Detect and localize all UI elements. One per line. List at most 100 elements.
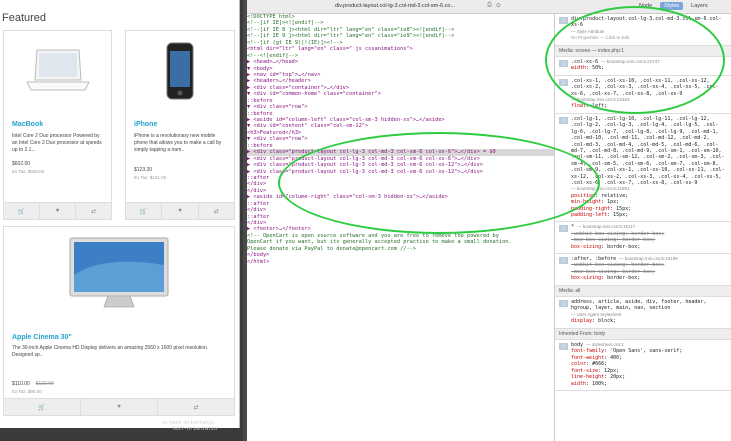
rule-selector[interactable]: address, article, aside, div, footer, he…: [571, 299, 727, 312]
product-name[interactable]: Apple Cinema 30": [12, 334, 72, 341]
css-property[interactable]: box-sizing: [571, 275, 601, 281]
dom-node[interactable]: OpenCart if you want, but its generally …: [247, 239, 554, 245]
wishlist-button[interactable]: ♥: [162, 203, 199, 219]
css-value[interactable]: 20px: [610, 374, 622, 380]
rule-icon: {}: [559, 17, 568, 24]
css-value[interactable]: left: [592, 103, 604, 109]
wishlist-button[interactable]: ♥: [40, 203, 76, 219]
macbook-image[interactable]: [4, 31, 111, 111]
product-actions: 🛒 ♥ ⇄: [126, 202, 234, 219]
css-value[interactable]: 12px: [604, 368, 616, 374]
css-property[interactable]: width: [571, 381, 586, 387]
inspect-icon[interactable]: ⊙: [496, 2, 501, 9]
apple-cinema-image[interactable]: [4, 227, 234, 317]
css-property[interactable]: font-weight: [571, 355, 604, 361]
css-declaration[interactable]: box-sizing: border-box;: [571, 275, 727, 281]
style-rule-star[interactable]: {} * — bootstrap.min.css:5:15117 -webkit…: [555, 222, 731, 254]
css-property[interactable]: float: [571, 103, 586, 109]
css-value[interactable]: #666: [592, 361, 604, 367]
css-value[interactable]: 1px: [607, 199, 616, 205]
css-property[interactable]: -moz-box-sizing: [571, 269, 616, 275]
css-value[interactable]: relative: [601, 193, 625, 199]
rule-selector[interactable]: .col-xs-1, .col-xs-10, .col-xs-11, .col-…: [571, 78, 727, 97]
iphone-image[interactable]: [126, 31, 234, 111]
css-value[interactable]: border-box: [631, 262, 661, 268]
rule-source: — bootstrap.min.css:5:15198: [619, 256, 678, 261]
toolbar-icons: ⎙ ⊙: [487, 2, 501, 9]
rule-source: — stylesheet.css:1: [586, 342, 624, 348]
css-declaration[interactable]: box-sizing: border-box;: [571, 244, 727, 250]
css-value[interactable]: border-box: [607, 275, 637, 281]
compare-button[interactable]: ⇄: [158, 399, 234, 415]
css-property[interactable]: width: [571, 65, 586, 71]
css-value[interactable]: 400: [610, 355, 619, 361]
css-declaration[interactable]: padding-left: 15px;: [571, 212, 727, 218]
tab-layers[interactable]: Layers: [687, 2, 712, 10]
css-value[interactable]: border-box: [607, 244, 637, 250]
style-rule-body[interactable]: {} body — stylesheet.css:1 font-family: …: [555, 340, 731, 391]
rule-note[interactable]: No Properties — Click to Edit: [571, 35, 727, 41]
product-card-apple-cinema: Apple Cinema 30" The 30-inch Apple Cinem…: [3, 226, 235, 416]
css-value[interactable]: border-box: [622, 237, 652, 243]
style-rule-element[interactable]: {} div.product-layout.col-lg-3.col-md-3.…: [555, 14, 731, 46]
rule-icon: {}: [559, 257, 568, 264]
rule-icon: {}: [559, 60, 568, 68]
media-header: Media: screen — index.php:1: [555, 45, 731, 58]
css-property[interactable]: display: [571, 318, 592, 324]
rule-icon: {}: [559, 116, 568, 124]
css-declaration[interactable]: width: 100%;: [571, 381, 727, 387]
compare-button[interactable]: ⇄: [76, 203, 111, 219]
featured-heading: Featured: [2, 12, 47, 24]
css-property[interactable]: color: [571, 361, 586, 367]
css-property[interactable]: line-height: [571, 374, 604, 380]
css-value[interactable]: border-box: [631, 231, 661, 237]
css-property[interactable]: position: [571, 193, 595, 199]
add-to-cart-button[interactable]: 🛒: [4, 203, 40, 219]
inherited-header: Inherited From: body: [555, 328, 731, 341]
rule-selector[interactable]: div.product-layout.col-lg-3.col-md-3.col…: [571, 16, 727, 29]
css-value[interactable]: 100%: [592, 381, 604, 387]
print-icon[interactable]: ⎙: [487, 2, 492, 9]
css-value[interactable]: 'Open Sans', sans-serif: [610, 348, 679, 354]
css-property[interactable]: font-family: [571, 348, 604, 354]
product-description: Intel Core 2 Duo processor Powered by an…: [12, 133, 102, 153]
add-to-cart-button[interactable]: 🛒: [126, 203, 163, 219]
css-property[interactable]: box-sizing: [571, 244, 601, 250]
product-name[interactable]: iPhone: [134, 121, 157, 128]
rule-selector[interactable]: :after, :before: [571, 256, 616, 262]
tab-styles[interactable]: Styles: [660, 2, 684, 10]
css-property[interactable]: -moz-box-sizing: [571, 237, 616, 243]
rule-selector[interactable]: .col-xs-6: [571, 59, 598, 65]
css-value[interactable]: border-box: [622, 269, 652, 275]
css-value[interactable]: block: [598, 318, 613, 324]
compare-button[interactable]: ⇄: [199, 203, 234, 219]
style-rule-col-xs-list[interactable]: {} .col-xs-1, .col-xs-10, .col-xs-11, .c…: [555, 76, 731, 114]
css-property[interactable]: padding-left: [571, 212, 607, 218]
css-property[interactable]: padding-right: [571, 206, 610, 212]
element-breadcrumb[interactable]: div.product-layout.col-lg-3.col-md-3.col…: [335, 3, 455, 9]
rule-selector[interactable]: *: [571, 224, 574, 230]
css-value[interactable]: 15px: [616, 206, 628, 212]
css-property[interactable]: -webkit-box-sizing: [571, 231, 625, 237]
style-rule-col-all[interactable]: {} .col-lg-1, .col-lg-10, .col-lg-11, .c…: [555, 114, 731, 223]
tab-node[interactable]: Node: [635, 2, 656, 10]
rule-icon: {}: [559, 225, 568, 233]
add-to-cart-button[interactable]: 🛒: [4, 399, 81, 415]
product-name[interactable]: MacBook: [12, 121, 43, 128]
css-value[interactable]: 50%: [592, 65, 601, 71]
css-value[interactable]: 15px: [613, 212, 625, 218]
rule-selector[interactable]: .col-lg-1, .col-lg-10, .col-lg-11, .col-…: [571, 116, 727, 186]
css-property[interactable]: font-size: [571, 368, 598, 374]
rule-selector[interactable]: body: [571, 342, 583, 348]
dom-node[interactable]: </html>: [247, 259, 554, 265]
css-property[interactable]: min-height: [571, 199, 601, 205]
style-rule-after-before[interactable]: {} :after, :before — bootstrap.min.css:5…: [555, 254, 731, 286]
product-description: iPhone is a revolutionary new mobile pho…: [134, 133, 222, 153]
wishlist-button[interactable]: ♥: [81, 399, 158, 415]
product-actions: 🛒 ♥ ⇄: [4, 398, 234, 415]
style-rule-user-agent[interactable]: {} address, article, aside, div, footer,…: [555, 297, 731, 329]
product-price: $110.00 $122.00: [12, 381, 54, 387]
css-property[interactable]: -webkit-box-sizing: [571, 262, 625, 268]
style-rule-col-xs-6[interactable]: {} .col-xs-6 — bootstrap.min.css:5:22747…: [555, 57, 731, 76]
product-card-macbook: MacBook Intel Core 2 Duo processor Power…: [3, 30, 112, 220]
